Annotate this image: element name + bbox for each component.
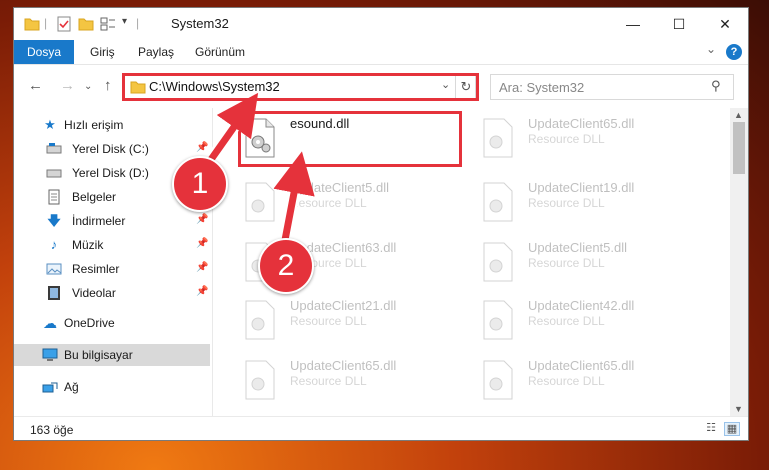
annotation-arrows — [199, 92, 315, 246]
step-badge-2: 2 — [258, 238, 314, 294]
step-badge-1: 1 — [172, 156, 228, 212]
